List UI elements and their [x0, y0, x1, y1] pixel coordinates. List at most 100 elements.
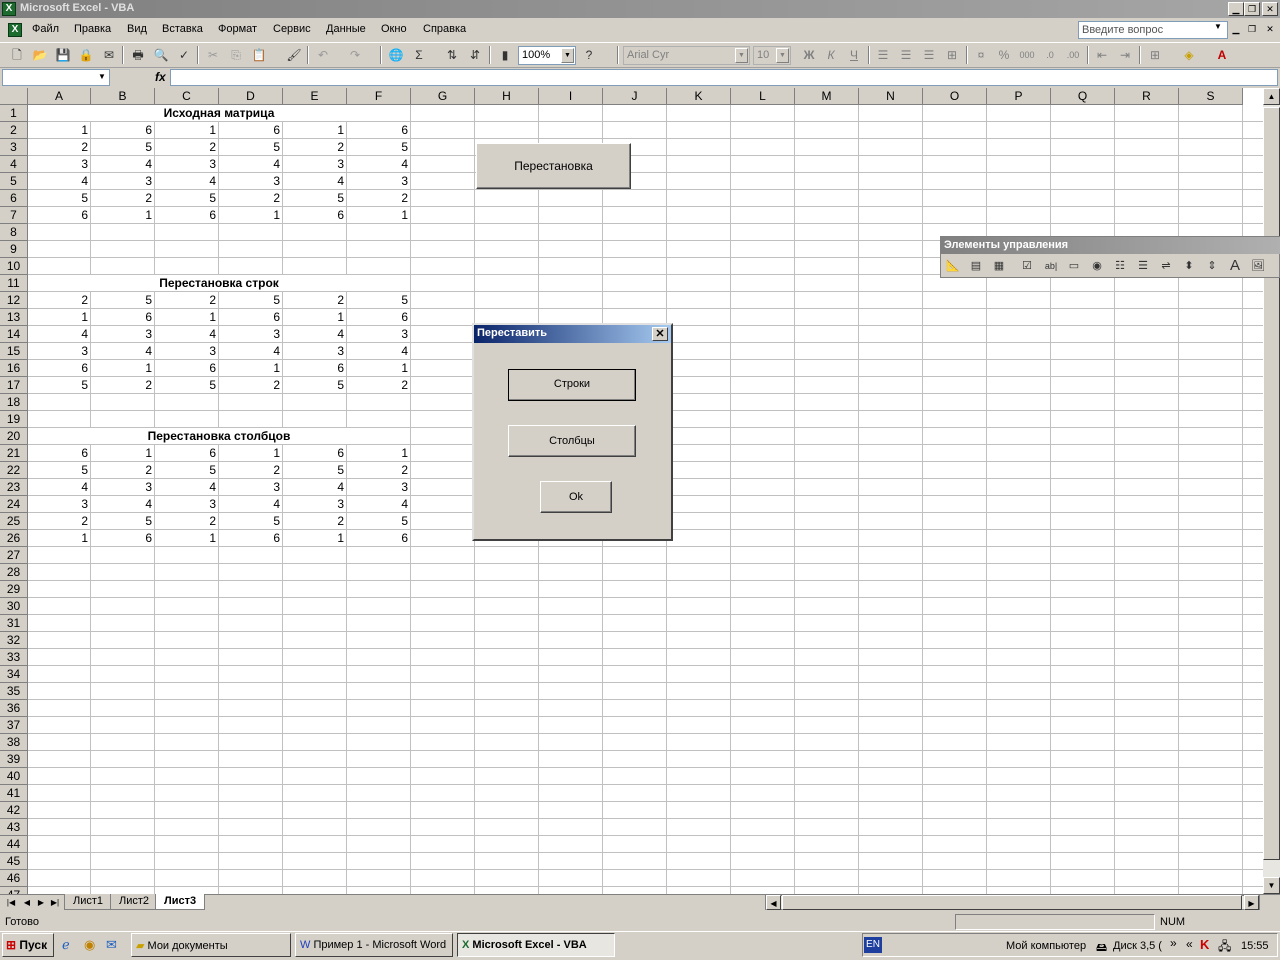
cell[interactable]: 3 [347, 479, 411, 496]
cell[interactable]: 2 [347, 190, 411, 207]
dialog-title-bar[interactable]: Переставить ✕ [474, 325, 671, 343]
column-header[interactable]: O [923, 88, 987, 105]
last-sheet-icon[interactable]: ▶| [48, 896, 62, 909]
cell[interactable]: 2 [283, 139, 347, 156]
doc-restore-icon[interactable]: ❐ [1244, 23, 1260, 37]
row-header[interactable]: 14 [0, 326, 28, 343]
row-header[interactable]: 34 [0, 666, 28, 683]
increase-indent-icon[interactable]: ⇥ [1116, 46, 1134, 64]
menu-view[interactable]: Вид [127, 23, 147, 35]
row-header[interactable]: 32 [0, 632, 28, 649]
italic-button[interactable]: К [822, 46, 840, 64]
column-header[interactable]: K [667, 88, 731, 105]
row-header[interactable]: 47 [0, 887, 28, 894]
h-scroll-thumb[interactable] [782, 895, 1242, 910]
cell[interactable]: 5 [283, 462, 347, 479]
cell[interactable]: 1 [347, 360, 411, 377]
cell[interactable]: 3 [219, 326, 283, 343]
media-player-icon[interactable]: ◉ [84, 937, 95, 953]
format-painter-icon[interactable]: 🖌 [285, 46, 303, 64]
cell[interactable]: 5 [91, 139, 155, 156]
row-header[interactable]: 4 [0, 156, 28, 173]
cell[interactable]: 3 [155, 496, 219, 513]
cell[interactable]: 5 [219, 139, 283, 156]
row-header[interactable]: 8 [0, 224, 28, 241]
cut-icon[interactable]: ✂ [204, 46, 222, 64]
help-icon[interactable]: ? [580, 46, 598, 64]
cell[interactable]: 1 [219, 360, 283, 377]
cell[interactable]: 5 [155, 462, 219, 479]
cell[interactable]: 6 [347, 530, 411, 547]
column-header[interactable]: P [987, 88, 1051, 105]
rows-button[interactable]: Строки [508, 369, 636, 401]
cell[interactable]: 4 [91, 496, 155, 513]
cell[interactable]: 5 [155, 377, 219, 394]
workbook-icon[interactable]: X [8, 23, 22, 37]
cell[interactable]: 5 [28, 377, 91, 394]
decrease-indent-icon[interactable]: ⇤ [1093, 46, 1111, 64]
cell[interactable]: 3 [28, 496, 91, 513]
cell[interactable]: 3 [283, 496, 347, 513]
minimize-icon[interactable]: ▁ [1228, 2, 1244, 16]
menu-window[interactable]: Окно [381, 23, 407, 35]
cell[interactable]: 6 [91, 122, 155, 139]
cell[interactable]: 2 [155, 139, 219, 156]
cell[interactable]: 4 [219, 156, 283, 173]
column-header[interactable]: M [795, 88, 859, 105]
tray-floppy[interactable]: Диск 3,5 ( [1113, 940, 1163, 952]
tab-sheet2[interactable]: Лист2 [110, 894, 159, 910]
antivirus-icon[interactable]: K [1200, 937, 1209, 952]
row-header[interactable]: 9 [0, 241, 28, 258]
row-header[interactable]: 31 [0, 615, 28, 632]
section-title[interactable]: Перестановка строк [28, 275, 410, 291]
permission-icon[interactable]: 🔒 [77, 46, 95, 64]
cell[interactable]: 4 [28, 173, 91, 190]
cell[interactable]: 4 [347, 343, 411, 360]
row-header[interactable]: 22 [0, 462, 28, 479]
cell[interactable]: 6 [219, 122, 283, 139]
scroll-thumb[interactable] [1263, 107, 1280, 860]
row-header[interactable]: 13 [0, 309, 28, 326]
cell[interactable]: 4 [219, 343, 283, 360]
lang-indicator[interactable]: EN [864, 937, 882, 953]
cell[interactable]: 1 [91, 207, 155, 224]
cell[interactable]: 3 [91, 173, 155, 190]
scroll-left-icon[interactable]: ◀ [766, 895, 781, 910]
cell[interactable]: 2 [219, 462, 283, 479]
cell[interactable]: 6 [155, 207, 219, 224]
controls-toolbar-title[interactable]: Элементы управления [941, 237, 1280, 254]
sort-descending-icon[interactable]: ⇵ [466, 46, 484, 64]
tray-collapse-icon[interactable]: « [1186, 937, 1193, 951]
row-header[interactable]: 2 [0, 122, 28, 139]
design-mode-icon[interactable]: 📐 [943, 257, 963, 275]
horizontal-scrollbar[interactable]: ◀ ▶ [765, 895, 1260, 910]
column-header[interactable]: R [1115, 88, 1179, 105]
cell[interactable]: 6 [28, 360, 91, 377]
thousands-icon[interactable]: 000 [1018, 46, 1036, 64]
prev-sheet-icon[interactable]: ◀ [20, 896, 34, 909]
column-header[interactable]: Q [1051, 88, 1115, 105]
zoom-select[interactable]: 100% ▼ [518, 46, 576, 65]
cell[interactable]: 5 [28, 190, 91, 207]
column-header[interactable]: C [155, 88, 219, 105]
doc-minimize-icon[interactable]: ▁ [1228, 23, 1244, 37]
cell[interactable]: 3 [91, 479, 155, 496]
cell[interactable]: 1 [347, 207, 411, 224]
row-header[interactable]: 26 [0, 530, 28, 547]
row-header[interactable]: 35 [0, 683, 28, 700]
chart-wizard-icon[interactable]: ▮ [496, 46, 514, 64]
row-header[interactable]: 19 [0, 411, 28, 428]
row-header[interactable]: 45 [0, 853, 28, 870]
cell[interactable]: 2 [28, 292, 91, 309]
cell[interactable]: 1 [155, 122, 219, 139]
column-header[interactable]: A [28, 88, 91, 105]
cell[interactable]: 6 [347, 122, 411, 139]
copy-icon[interactable]: ⎘ [227, 46, 245, 64]
cell[interactable]: 5 [347, 139, 411, 156]
cell[interactable]: 1 [219, 207, 283, 224]
scroll-right-icon[interactable]: ▶ [1244, 895, 1259, 910]
column-header[interactable]: D [219, 88, 283, 105]
cell[interactable]: 2 [28, 513, 91, 530]
font-select[interactable]: Arial Cyr ▼ [623, 46, 750, 65]
row-header[interactable]: 28 [0, 564, 28, 581]
